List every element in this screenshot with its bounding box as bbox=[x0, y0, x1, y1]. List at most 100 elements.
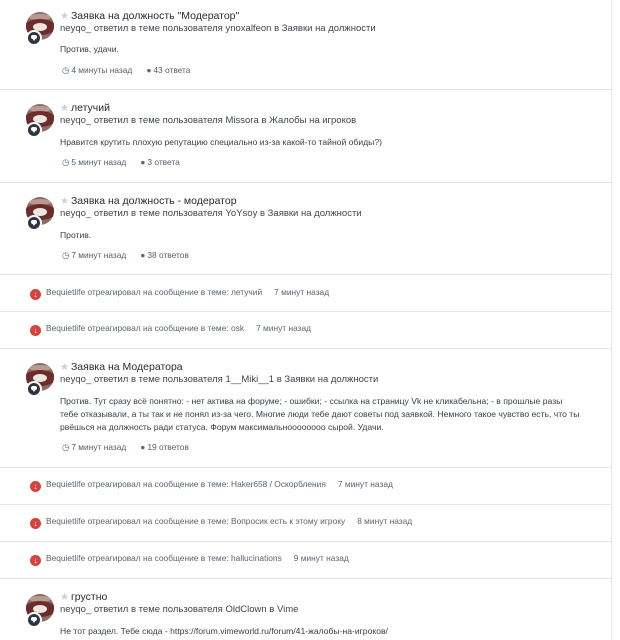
downvote-reaction-icon: ↓ bbox=[30, 481, 41, 492]
star-icon[interactable]: ★ bbox=[60, 592, 69, 603]
action-text: ответил в теме пользователя bbox=[93, 23, 223, 34]
reaction-item: ↓ Bequietlife отреагировал на сообщение в… bbox=[30, 287, 329, 300]
in-word: в bbox=[274, 23, 280, 34]
clock-icon: ◷ bbox=[62, 442, 70, 452]
comments-icon: ● bbox=[140, 157, 146, 167]
reaction-text: отреагировал на сообщение в теме: bbox=[87, 553, 229, 563]
post-snippet: Не тот раздел. Тебе сюда - https://forum… bbox=[60, 626, 388, 636]
post-title[interactable]: Заявка на должность "Модератор" bbox=[71, 10, 239, 22]
reaction-topic[interactable]: Haker658 / Оскорбления bbox=[231, 479, 326, 489]
reaction-time[interactable]: 7 минут назад bbox=[256, 323, 311, 333]
reaction-text: отреагировал на сообщение в теме: bbox=[87, 516, 229, 526]
reaction-user[interactable]: Bequietlife bbox=[46, 553, 85, 563]
reaction-topic[interactable]: hallucinations bbox=[231, 553, 282, 563]
star-icon[interactable]: ★ bbox=[60, 196, 69, 207]
divider bbox=[0, 348, 612, 349]
topic-owner-link[interactable]: OldClown bbox=[225, 604, 266, 615]
comments-icon: ● bbox=[140, 442, 146, 452]
author-link[interactable]: neyqo_ bbox=[60, 115, 91, 126]
downvote-reaction-icon: ↓ bbox=[30, 518, 41, 529]
in-word: в bbox=[261, 115, 267, 126]
reaction-time[interactable]: 7 минут назад bbox=[338, 479, 393, 489]
downvote-reaction-icon: ↓ bbox=[30, 325, 41, 336]
author-link[interactable]: neyqo_ bbox=[60, 604, 91, 615]
post-snippet: Против. Тут сразу всё понятно: - нет акт… bbox=[60, 396, 580, 432]
in-word: в bbox=[269, 604, 275, 615]
action-text: ответил в теме пользователя bbox=[93, 374, 223, 385]
divider bbox=[0, 311, 612, 312]
reaction-item: ↓ Bequietlife отреагировал на сообщение в… bbox=[30, 323, 311, 336]
reaction-item: ↓ Bequietlife отреагировал на сообщение в… bbox=[30, 479, 393, 492]
post-meta: ◷ 4 минуты назад ● 43 ответа bbox=[62, 65, 190, 75]
star-icon[interactable]: ★ bbox=[60, 11, 69, 22]
reaction-user[interactable]: Bequietlife bbox=[46, 287, 85, 297]
post-title[interactable]: летучий bbox=[71, 102, 110, 114]
post-snippet: Нравится крутить плохую репутацию специа… bbox=[60, 137, 382, 147]
comment-badge-icon bbox=[26, 612, 42, 628]
action-text: ответил в теме пользователя bbox=[93, 115, 223, 126]
clock-icon: ◷ bbox=[62, 65, 70, 75]
reaction-item: ↓ Bequietlife отреагировал на сообщение в… bbox=[30, 553, 349, 566]
reaction-time[interactable]: 8 минут назад bbox=[357, 516, 412, 526]
topic-owner-link[interactable]: Missora bbox=[225, 115, 258, 126]
post-title[interactable]: грустно bbox=[71, 591, 107, 603]
reaction-user[interactable]: Bequietlife bbox=[46, 479, 85, 489]
reaction-item: ↓ Bequietlife отреагировал на сообщение в… bbox=[30, 516, 412, 529]
post-meta: ◷ 7 минут назад ● 19 ответов bbox=[62, 442, 189, 452]
post-title[interactable]: Заявка на должность - модератор bbox=[71, 195, 237, 207]
post-time[interactable]: 4 минуты назад bbox=[71, 65, 132, 75]
action-text: ответил в теме пользователя bbox=[93, 208, 223, 219]
topic-owner-link[interactable]: YoYsoy bbox=[225, 208, 257, 219]
comments-icon: ● bbox=[140, 250, 146, 260]
forum-link[interactable]: Жалобы на игроков bbox=[269, 115, 356, 126]
topic-owner-link[interactable]: ynoxalfeon bbox=[225, 23, 271, 34]
comment-badge-icon bbox=[26, 381, 42, 397]
comments-icon: ● bbox=[146, 65, 152, 75]
divider bbox=[0, 89, 612, 90]
downvote-reaction-icon: ↓ bbox=[30, 555, 41, 566]
divider bbox=[0, 578, 612, 579]
action-text: ответил в теме пользователя bbox=[93, 604, 223, 615]
post-snippet: Против, удачи. bbox=[60, 44, 119, 54]
replies-count[interactable]: 38 ответов bbox=[147, 250, 189, 260]
reaction-text: отреагировал на сообщение в теме: bbox=[87, 323, 229, 333]
author-link[interactable]: neyqo_ bbox=[60, 208, 91, 219]
divider bbox=[0, 274, 612, 275]
in-word: в bbox=[276, 374, 282, 385]
replies-count[interactable]: 3 ответа bbox=[147, 157, 179, 167]
reaction-user[interactable]: Bequietlife bbox=[46, 323, 85, 333]
author-link[interactable]: neyqo_ bbox=[60, 374, 91, 385]
comment-badge-icon bbox=[26, 215, 42, 231]
reaction-text: отреагировал на сообщение в теме: bbox=[87, 479, 229, 489]
reaction-topic[interactable]: osk bbox=[231, 323, 244, 333]
star-icon[interactable]: ★ bbox=[60, 103, 69, 114]
comment-badge-icon bbox=[26, 30, 42, 46]
post-meta: ◷ 7 минут назад ● 38 ответов bbox=[62, 250, 189, 260]
clock-icon: ◷ bbox=[62, 157, 70, 167]
downvote-reaction-icon: ↓ bbox=[30, 289, 41, 300]
reaction-text: отреагировал на сообщение в теме: bbox=[87, 287, 229, 297]
replies-count[interactable]: 43 ответа bbox=[153, 65, 190, 75]
topic-owner-link[interactable]: 1__Miki__1 bbox=[225, 374, 274, 385]
post-time[interactable]: 7 минут назад bbox=[71, 442, 126, 452]
reaction-topic[interactable]: летучий bbox=[231, 287, 262, 297]
star-icon[interactable]: ★ bbox=[60, 362, 69, 373]
post-time[interactable]: 7 минут назад bbox=[71, 250, 126, 260]
divider bbox=[0, 504, 612, 505]
forum-link[interactable]: Vime bbox=[277, 604, 298, 615]
author-link[interactable]: neyqo_ bbox=[60, 23, 91, 34]
divider bbox=[0, 467, 612, 468]
reaction-user[interactable]: Bequietlife bbox=[46, 516, 85, 526]
comment-badge-icon bbox=[26, 122, 42, 138]
post-time[interactable]: 5 минут назад bbox=[71, 157, 126, 167]
clock-icon: ◷ bbox=[62, 250, 70, 260]
reaction-time[interactable]: 9 минут назад bbox=[294, 553, 349, 563]
forum-link[interactable]: Заявки на должности bbox=[282, 23, 376, 34]
reaction-time[interactable]: 7 минут назад bbox=[274, 287, 329, 297]
post-title[interactable]: Заявка на Модератора bbox=[71, 361, 183, 373]
reaction-topic[interactable]: Вопросик есть к этому игроку bbox=[231, 516, 345, 526]
forum-link[interactable]: Заявки на должности bbox=[268, 208, 362, 219]
forum-link[interactable]: Заявки на должности bbox=[284, 374, 378, 385]
activity-stream: ★ Заявка на должность "Модератор" neyqo_ … bbox=[0, 0, 612, 640]
replies-count[interactable]: 19 ответов bbox=[147, 442, 189, 452]
